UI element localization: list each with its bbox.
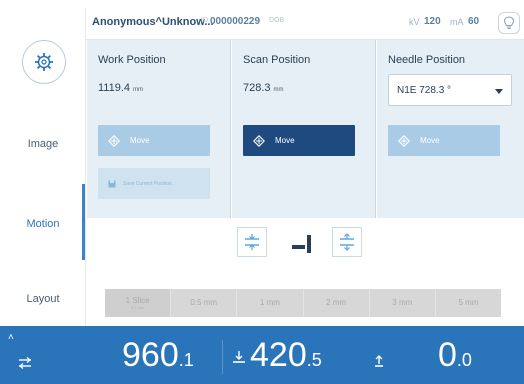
slice-option-3mm[interactable]: 3 mm [370, 289, 436, 317]
scan-position-value: 728.3 mm [243, 82, 284, 94]
sidebar: Image Motion Layout [0, 8, 86, 326]
needle-move-button[interactable]: Move [388, 125, 500, 156]
needle-move-label: Move [420, 136, 440, 145]
needle-position-title: Needle Position [388, 54, 466, 66]
nav-item-image[interactable]: Image [0, 138, 86, 150]
work-move-label: Move [130, 136, 150, 145]
scan-position-unit: mm [273, 87, 284, 93]
dob-label: DOB [269, 17, 285, 24]
gantry-tilt-decimal: .0 [456, 350, 472, 370]
table-horizontal-main: 960 [122, 336, 179, 374]
id-label: ID [201, 17, 208, 24]
work-position-number: 1119.4 [98, 82, 131, 94]
work-position-value: 1119.4 mm [98, 82, 143, 94]
slice-option-label: 1 Slice [125, 295, 150, 305]
work-position-unit: mm [133, 87, 144, 93]
bulb-icon[interactable] [498, 12, 520, 34]
work-position-panel: Work Position 1119.4 mm Move Save Current… [87, 40, 231, 218]
nav-item-layout[interactable]: Layout [0, 293, 86, 305]
work-move-button[interactable]: Move [98, 125, 210, 156]
slice-option-2mm[interactable]: 2 mm [304, 289, 370, 317]
table-out-icon [340, 233, 354, 251]
slice-option-1mm[interactable]: 1 mm [237, 289, 304, 317]
slice-thickness-selector: 1 Slice 3.3 mm 0.5 mm 1 mm 2 mm 3 mm 5 m… [105, 289, 501, 317]
gantry-tilt: 0.0 [438, 336, 472, 375]
table-status-bar: ˄ 960.1 420.5 0.0 [0, 326, 524, 384]
ma-value: 60 [468, 16, 480, 27]
gear-button[interactable] [22, 40, 66, 84]
patient-id: 000000229 [210, 16, 261, 27]
needle-position-select[interactable]: N1E 728.3 ° [388, 74, 512, 106]
needle-position-panel: Needle Position N1E 728.3 ° Move [377, 40, 524, 218]
table-vertical-decimal: .5 [306, 350, 322, 370]
target-icon [253, 134, 265, 147]
slice-option-sublabel: 3.3 mm [130, 304, 145, 310]
nav-item-motion[interactable]: Motion [0, 218, 86, 230]
scan-move-button[interactable]: Move [243, 125, 355, 156]
scan-position-number: 728.3 [243, 82, 271, 94]
save-current-position-label: Save Current Position [123, 180, 172, 187]
scan-position-panel: Scan Position 728.3 mm Move [232, 40, 376, 218]
table-in-icon [245, 234, 259, 250]
work-position-title: Work Position [98, 54, 166, 66]
kv-value: 120 [424, 16, 441, 27]
gantry-tilt-main: 0 [438, 336, 457, 374]
ma-label: mA [450, 17, 464, 27]
divider [222, 340, 223, 374]
table-horizontal-decimal: .1 [178, 350, 194, 370]
slice-option-0.5mm[interactable]: 0.5 mm [171, 289, 238, 317]
chevron-up-icon[interactable]: ˄ [8, 332, 14, 343]
target-icon [108, 134, 120, 147]
scan-move-label: Move [275, 136, 295, 145]
table-move-icon [18, 356, 32, 370]
patient-header: Anonymous^Unknow... ID 000000229 DOB kV … [86, 8, 524, 40]
table-position-icon [287, 231, 317, 257]
table-height-icon [231, 350, 247, 366]
target-icon [398, 134, 410, 147]
slice-option-1-slice[interactable]: 1 Slice 3.3 mm [105, 289, 172, 317]
table-vertical-main: 420 [250, 336, 307, 374]
save-icon [108, 180, 116, 188]
slice-option-5mm[interactable]: 5 mm [436, 289, 501, 317]
table-in-button[interactable] [237, 227, 267, 257]
table-out-button[interactable] [332, 227, 362, 257]
gear-icon [35, 53, 53, 71]
table-horizontal-position: 960.1 [122, 336, 194, 375]
table-up-icon [372, 354, 386, 368]
save-current-position-button[interactable]: Save Current Position [98, 168, 210, 199]
chevron-down-icon [495, 89, 503, 94]
patient-name[interactable]: Anonymous^Unknow... [92, 16, 214, 28]
scan-position-title: Scan Position [243, 54, 311, 66]
needle-position-selected: N1E 728.3 ° [397, 85, 452, 96]
kv-label: kV [409, 17, 420, 27]
active-nav-indicator [82, 184, 85, 260]
table-vertical-position: 420.5 [250, 336, 322, 375]
